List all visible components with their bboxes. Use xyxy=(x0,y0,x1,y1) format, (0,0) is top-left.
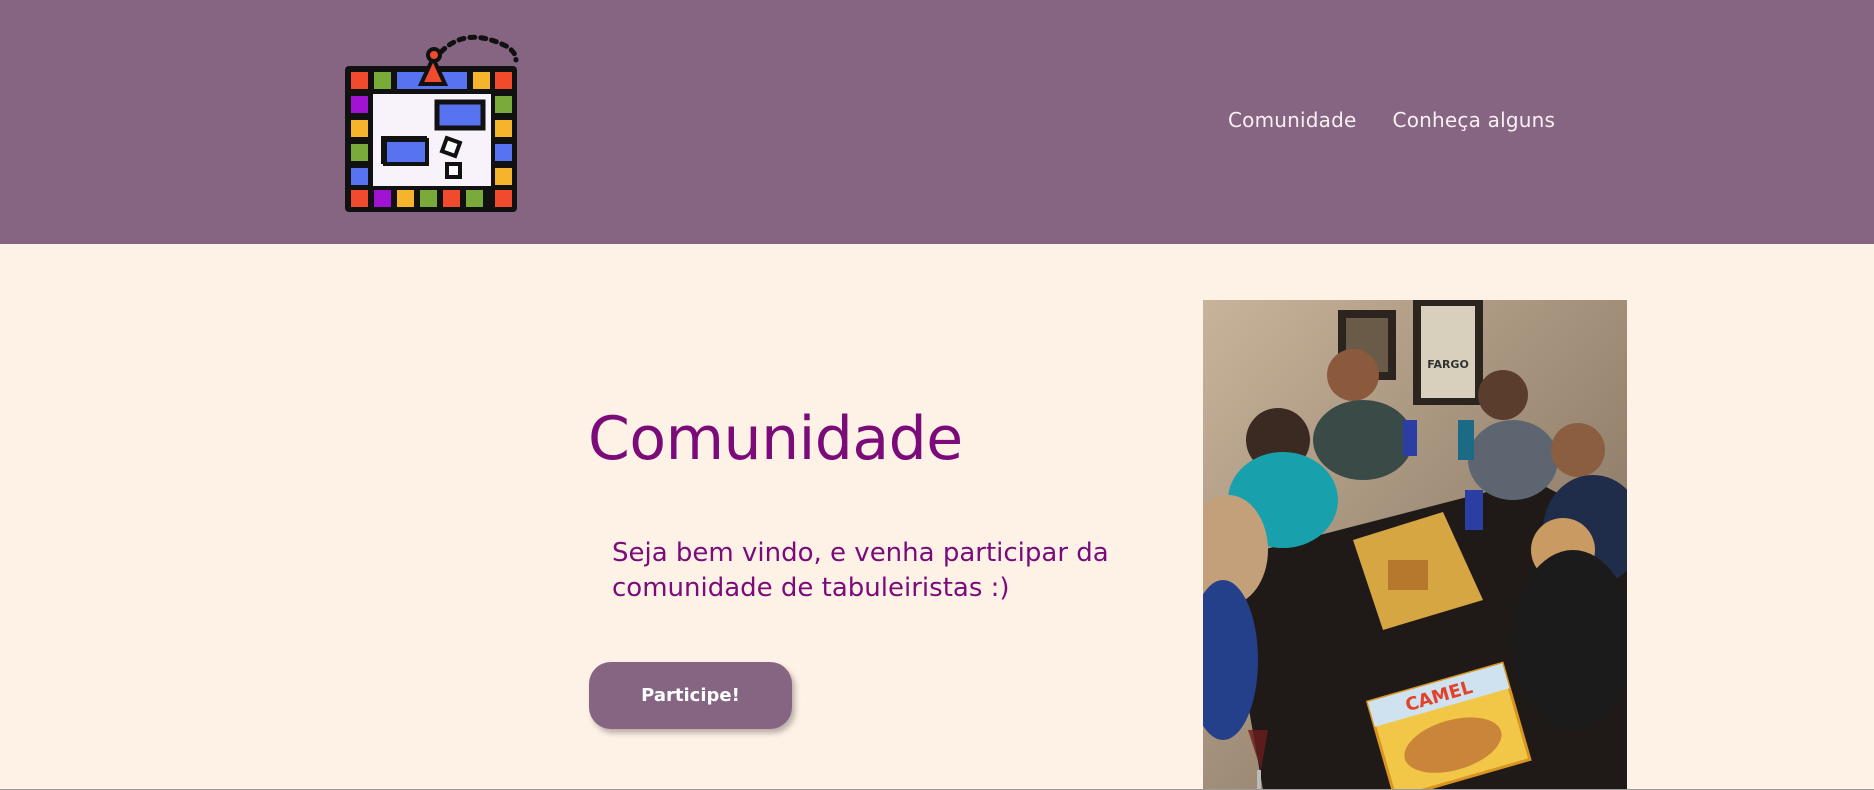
page-title: Comunidade xyxy=(588,404,963,474)
site-header: Comunidade Conheça alguns xyxy=(0,0,1874,244)
photo-illustration: FARGO CAMEL xyxy=(1203,300,1627,790)
nav-link-conheca-alguns[interactable]: Conheça alguns xyxy=(1393,108,1556,132)
svg-text:FARGO: FARGO xyxy=(1427,358,1469,371)
main-nav: Comunidade Conheça alguns xyxy=(1228,108,1555,132)
participe-button[interactable]: Participe! xyxy=(589,662,792,729)
board-game-logo-icon[interactable] xyxy=(341,30,522,215)
people-playing-board-game-photo: FARGO CAMEL xyxy=(1203,300,1627,790)
welcome-text: Seja bem vindo, e venha participar da co… xyxy=(612,538,1109,603)
nav-link-comunidade[interactable]: Comunidade xyxy=(1228,108,1357,132)
